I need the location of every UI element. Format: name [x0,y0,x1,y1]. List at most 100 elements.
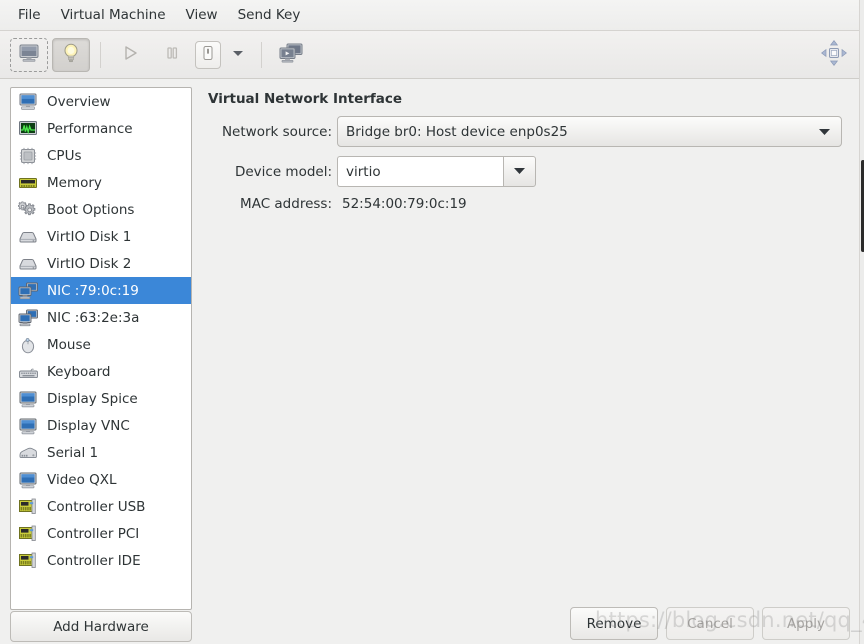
sidebar-item-label: Overview [47,93,111,110]
cancel-button[interactable]: Cancel [666,607,754,640]
computer-icon [17,92,39,112]
sidebar-item-label: NIC :63:2e:3a [47,309,140,326]
keyboard-icon [17,362,39,382]
device-model-row: Device model: virtio [200,156,536,187]
sidebar-item-label: Controller USB [47,498,146,515]
sidebar-item-serial-1[interactable]: Serial 1 [11,439,191,466]
sidebar-item-controller-ide[interactable]: Controller IDE [11,547,191,574]
apply-label: Apply [786,615,826,632]
window-vertical-scrollbar[interactable] [859,0,864,644]
snapshots-button[interactable] [272,38,310,72]
mac-address-row: MAC address: 52:54:00:79:0c:19 [200,196,467,212]
menu-file[interactable]: File [8,4,51,26]
sidebar-item-label: Performance [47,120,133,137]
pause-icon [162,43,182,67]
fullscreen-button[interactable] [820,39,848,71]
harddisk-icon [17,227,39,247]
sidebar-item-nic-79-0c-19[interactable]: NIC :79:0c:19 [11,277,191,304]
sidebar-item-virtio-disk-2[interactable]: VirtIO Disk 2 [11,250,191,277]
network-source-value: Bridge br0: Host device enp0s25 [346,123,568,140]
shutdown-button[interactable] [195,40,221,69]
sidebar-item-virtio-disk-1[interactable]: VirtIO Disk 1 [11,223,191,250]
network-card-icon [17,308,39,328]
run-button[interactable] [111,38,149,72]
chevron-down-icon [818,124,831,140]
power-icon [201,44,215,66]
mac-address-label: MAC address: [240,196,332,212]
sidebar-item-label: Mouse [47,336,91,353]
menu-virtual-machine[interactable]: Virtual Machine [51,4,176,26]
device-model-label: Device model: [234,163,332,180]
add-hardware-button[interactable]: Add Hardware [10,611,192,642]
sidebar-item-performance[interactable]: Performance [11,115,191,142]
page-title: Virtual Network Interface [208,91,403,107]
menu-bar: File Virtual Machine View Send Key [0,0,864,31]
pci-card-icon [17,497,39,517]
sidebar-item-nic-63-2e-3a[interactable]: NIC :63:2e:3a [11,304,191,331]
sidebar-item-label: NIC :79:0c:19 [47,282,139,299]
sidebar-item-keyboard[interactable]: Keyboard [11,358,191,385]
gears-icon [17,200,39,220]
sidebar-item-label: VirtIO Disk 1 [47,228,132,245]
network-source-label: Network source: [221,123,332,140]
graph-icon [17,119,39,139]
multi-monitor-icon [278,42,304,68]
menu-send-key[interactable]: Send Key [228,4,311,26]
chevron-down-icon [231,47,245,62]
sidebar-item-label: Boot Options [47,201,135,218]
lightbulb-icon [60,42,82,68]
device-model-value: virtio [346,163,381,180]
mouse-icon [17,335,39,355]
sidebar-item-cpus[interactable]: CPUs [11,142,191,169]
menu-view[interactable]: View [176,4,228,26]
network-card-icon [17,281,39,301]
pci-card-icon [17,551,39,571]
sidebar-item-label: Display Spice [47,390,138,407]
chevron-down-icon [513,164,526,179]
sidebar-item-label: CPUs [47,147,82,164]
sidebar-item-controller-usb[interactable]: Controller USB [11,493,191,520]
sidebar-item-boot-options[interactable]: Boot Options [11,196,191,223]
show-details-button[interactable] [52,37,90,72]
cpu-chip-icon [17,146,39,166]
sidebar-item-label: Controller IDE [47,552,141,569]
pci-card-icon [17,524,39,544]
network-source-combo[interactable]: Bridge br0: Host device enp0s25 [337,116,842,147]
display-icon [17,470,39,490]
hardware-list[interactable]: Overview Performance CPUs Memory Boot Op… [10,87,192,610]
apply-button[interactable]: Apply [762,607,850,640]
remove-button[interactable]: Remove [570,607,658,640]
sidebar-item-label: Memory [47,174,102,191]
toolbar-separator-1 [100,41,101,68]
sidebar-item-mouse[interactable]: Mouse [11,331,191,358]
toolbar [0,31,864,79]
pause-button[interactable] [153,38,191,72]
shutdown-menu-button[interactable] [223,40,253,70]
sidebar-item-controller-pci[interactable]: Controller PCI [11,520,191,547]
sidebar-item-video-qxl[interactable]: Video QXL [11,466,191,493]
monitor-icon [18,43,40,67]
memory-stick-icon [17,173,39,193]
sidebar-item-label: VirtIO Disk 2 [47,255,132,272]
cancel-label: Cancel [687,615,733,632]
show-console-button[interactable] [10,37,48,72]
remove-label: Remove [586,615,642,632]
display-icon [17,416,39,436]
main-content-area: Overview Performance CPUs Memory Boot Op… [0,80,864,644]
sidebar-item-display-spice[interactable]: Display Spice [11,385,191,412]
sidebar-item-label: Keyboard [47,363,111,380]
sidebar-item-label: Display VNC [47,417,130,434]
network-source-row: Network source: Bridge br0: Host device … [200,116,848,147]
serial-port-icon [17,443,39,463]
sidebar-item-display-vnc[interactable]: Display VNC [11,412,191,439]
sidebar-item-memory[interactable]: Memory [11,169,191,196]
sidebar-item-label: Video QXL [47,471,117,488]
sidebar-item-overview[interactable]: Overview [11,88,191,115]
mac-address-value: 52:54:00:79:0c:19 [342,196,467,212]
device-model-dropdown-button[interactable] [503,156,536,187]
toolbar-separator-2 [261,41,262,68]
device-detail-panel: Virtual Network Interface Network source… [200,80,855,595]
display-icon [17,389,39,409]
device-model-input[interactable]: virtio [337,156,503,187]
sidebar-item-label: Controller PCI [47,525,140,542]
